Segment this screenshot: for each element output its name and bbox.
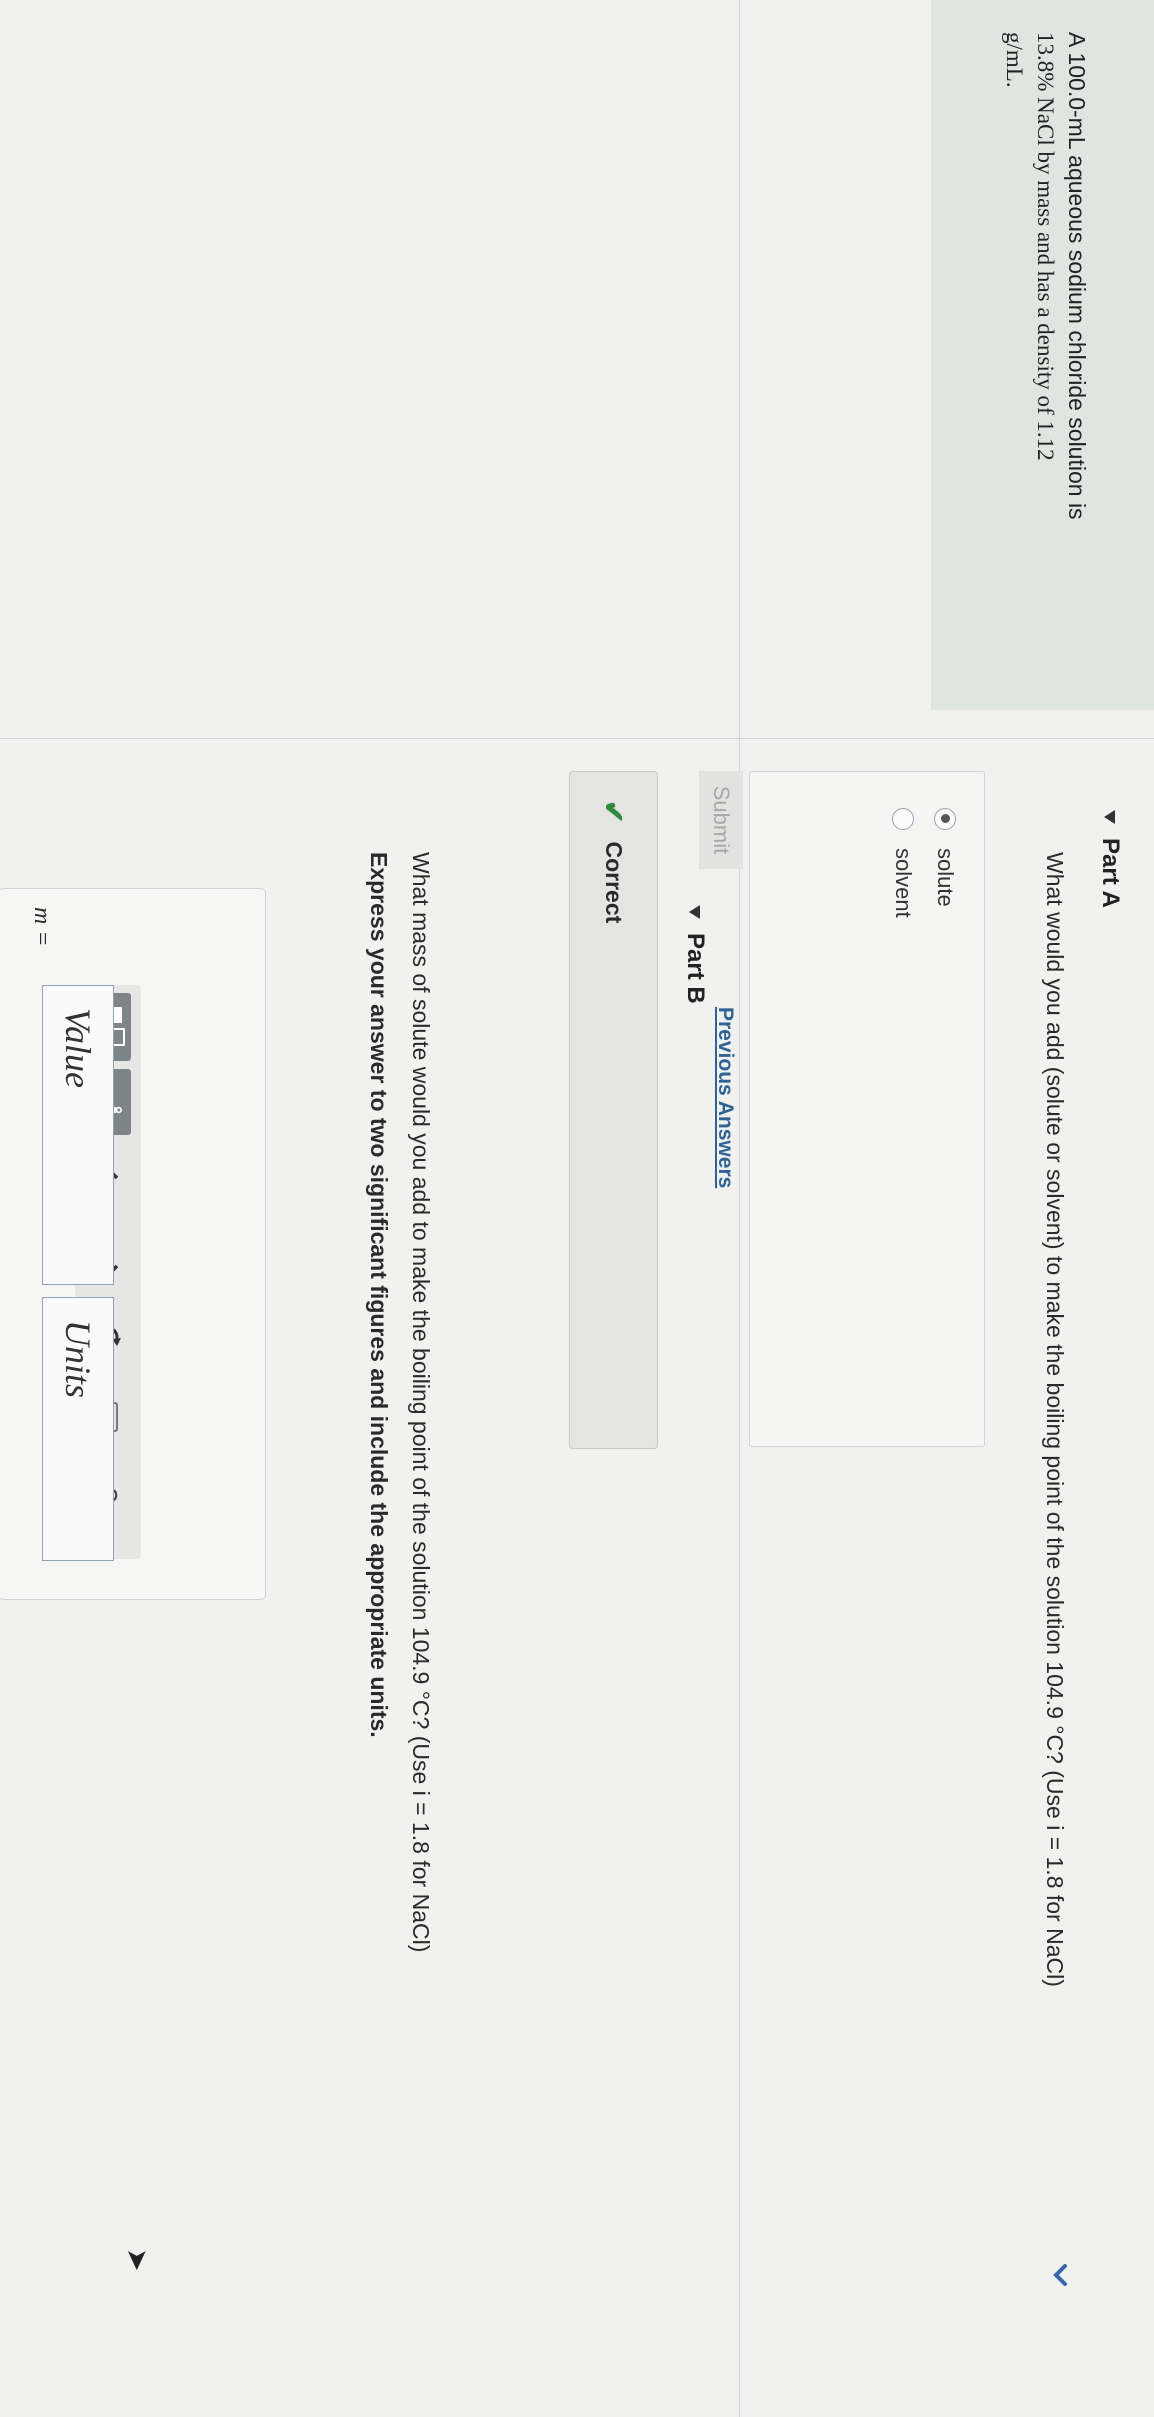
part-b-title: Part B: [682, 933, 709, 1004]
previous-answers-link[interactable]: Previous Answers: [713, 1007, 737, 1188]
radio-solute[interactable]: [934, 808, 956, 830]
choice-solvent-label: solvent: [891, 848, 916, 918]
value-input[interactable]: Value: [42, 985, 114, 1285]
part-b-header[interactable]: Part B: [681, 905, 709, 1004]
part-a-header[interactable]: Part A: [1096, 810, 1124, 908]
part-b-question: What mass of solute would you add to mak…: [408, 852, 434, 1953]
mouse-cursor-icon: ➤: [122, 2248, 153, 2272]
check-icon: ✔: [598, 800, 629, 824]
radio-solvent[interactable]: [892, 808, 914, 830]
collapse-triangle-icon: [1103, 810, 1115, 824]
horizontal-rule: [739, 0, 740, 2417]
units-input[interactable]: Units: [42, 1297, 114, 1561]
submit-button[interactable]: Submit: [699, 771, 743, 869]
answer-choices: solute solvent: [749, 771, 985, 1447]
choice-solute-label: solute: [933, 848, 958, 907]
intro-line-2: 13.8% NaCl by mass and has a density of …: [1033, 32, 1058, 461]
feedback-correct: ✔ Correct: [569, 771, 658, 1449]
stage: A 100.0-mL aqueous sodium chloride solut…: [0, 0, 1154, 2417]
part-a-title: Part A: [1097, 838, 1124, 908]
feedback-label: Correct: [601, 841, 627, 924]
choice-solute[interactable]: solute: [932, 808, 958, 907]
problem-intro: A 100.0-mL aqueous sodium chloride solut…: [931, 0, 1154, 710]
chevron-down-icon[interactable]: [1048, 2262, 1074, 2288]
variable-label: m =: [29, 907, 55, 947]
panel-divider: [0, 738, 1154, 739]
part-b-instruction: Express your answer to two significant f…: [366, 852, 392, 1738]
intro-line-3: g/mL.: [1002, 32, 1027, 88]
choice-solvent[interactable]: solvent: [890, 808, 916, 918]
collapse-triangle-icon: [688, 905, 700, 919]
intro-line-1: A 100.0-mL aqueous sodium chloride solut…: [1064, 32, 1090, 520]
part-a-question: What would you add (solute or solvent) t…: [1042, 852, 1068, 1987]
